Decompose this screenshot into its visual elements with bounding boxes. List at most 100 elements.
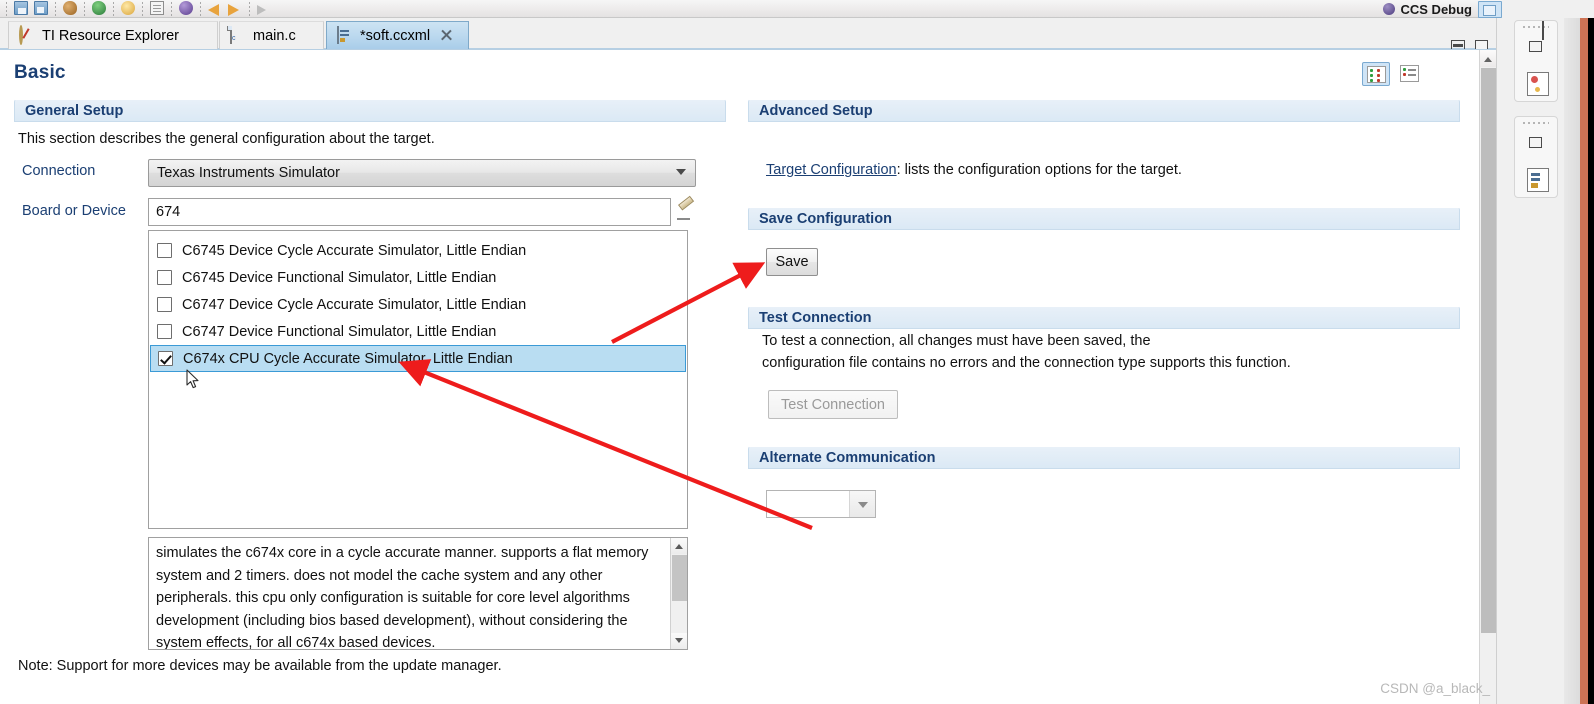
save-configuration-header: Save Configuration xyxy=(748,207,1460,230)
scroll-up-icon[interactable] xyxy=(671,538,687,554)
device-list-item-selected[interactable]: C674x CPU Cycle Accurate Simulator, Litt… xyxy=(150,345,686,372)
device-list[interactable]: C6745 Device Cycle Accurate Simulator, L… xyxy=(148,230,688,529)
test-connection-button[interactable]: Test Connection xyxy=(768,390,898,419)
tab-label: TI Resource Explorer xyxy=(42,27,179,44)
advanced-setup-header: Advanced Setup xyxy=(748,99,1460,122)
target-configuration-editor: Basic General Setup This section describ… xyxy=(0,49,1496,704)
device-label: C6745 Device Functional Simulator, Littl… xyxy=(182,269,497,286)
perspective-switcher[interactable]: CCS Debug xyxy=(1382,0,1502,18)
c-file-icon: c xyxy=(227,26,247,44)
scrollbar-thumb[interactable] xyxy=(1481,68,1496,633)
test-connection-panel: Test Connection xyxy=(748,306,1460,329)
fast-view-strip xyxy=(1564,18,1580,704)
tab-label: main.c xyxy=(253,27,296,44)
purple-ball-icon[interactable] xyxy=(176,0,196,17)
save-configuration-panel: Save Configuration xyxy=(748,207,1460,230)
alternate-communication-header: Alternate Communication xyxy=(748,446,1460,469)
open-perspective-button[interactable] xyxy=(1478,0,1502,18)
connection-dropdown[interactable]: Texas Instruments Simulator xyxy=(148,159,696,187)
device-description-box[interactable]: simulates the c674x core in a cycle accu… xyxy=(148,537,688,650)
toolbar-separator xyxy=(167,1,176,17)
alternate-communication-panel: Alternate Communication xyxy=(748,446,1460,469)
fast-view-bar xyxy=(1496,18,1594,704)
fast-view-group-1 xyxy=(1514,20,1558,102)
compass-icon xyxy=(19,25,36,45)
general-setup-panel: General Setup xyxy=(14,99,726,122)
disabled-arrow-icon xyxy=(254,0,274,17)
scrollbar-thumb[interactable] xyxy=(672,555,687,601)
chevron-down-icon[interactable] xyxy=(849,491,875,517)
window-accent-edge xyxy=(1580,18,1588,704)
edit-pencil-icon[interactable] xyxy=(676,203,694,221)
device-checkbox[interactable] xyxy=(157,243,172,258)
drag-grip[interactable] xyxy=(1515,21,1557,33)
connection-label: Connection xyxy=(22,163,96,179)
csdn-watermark: CSDN @a_black_ xyxy=(1380,681,1490,696)
device-checkbox[interactable] xyxy=(157,270,172,285)
advanced-view-toggle[interactable] xyxy=(1396,62,1424,86)
device-label: C6747 Device Cycle Accurate Simulator, L… xyxy=(182,296,527,313)
form-view-toggles xyxy=(1362,62,1424,86)
test-connection-line1: To test a connection, all changes must h… xyxy=(762,333,1151,349)
alternate-communication-dropdown[interactable] xyxy=(766,490,876,518)
toolbar-separator xyxy=(109,1,118,17)
device-list-item[interactable]: C6747 Device Functional Simulator, Littl… xyxy=(149,318,687,345)
restore-view-button[interactable] xyxy=(1515,129,1557,163)
save-icon[interactable] xyxy=(11,0,31,17)
ccs-target-configuration-window: CCS Debug TI Resource Explorer c main.c … xyxy=(0,0,1594,704)
tab-label: *soft.ccxml xyxy=(360,27,431,44)
fast-view-item-2[interactable] xyxy=(1515,163,1557,197)
step-forward-icon[interactable] xyxy=(225,0,245,17)
editor-tab-bar: TI Resource Explorer c main.c *soft.ccxm… xyxy=(0,18,1496,51)
editor-scrollbar[interactable] xyxy=(1479,50,1496,704)
fast-view-restore-icon[interactable] xyxy=(1542,21,1544,40)
scroll-up-icon[interactable] xyxy=(1480,50,1496,67)
connection-value: Texas Instruments Simulator xyxy=(157,165,340,181)
save-all-icon[interactable] xyxy=(31,0,51,17)
step-back-icon[interactable] xyxy=(205,0,225,17)
scroll-down-icon[interactable] xyxy=(671,633,687,649)
target-configuration-suffix: : lists the configuration options for th… xyxy=(896,162,1182,178)
test-connection-line2: configuration file contains no errors an… xyxy=(762,355,1291,371)
toolbar-separator xyxy=(80,1,89,17)
main-toolbar xyxy=(0,0,1502,18)
debug-bug-icon[interactable] xyxy=(89,0,109,17)
target-configuration-link[interactable]: Target Configuration xyxy=(766,162,897,178)
restore-view-button[interactable] xyxy=(1515,33,1557,67)
device-label: C674x CPU Cycle Accurate Simulator, Litt… xyxy=(183,350,513,367)
fast-view-item-1[interactable] xyxy=(1515,67,1557,101)
device-label: C6747 Device Functional Simulator, Littl… xyxy=(182,323,497,340)
run-icon[interactable] xyxy=(118,0,138,17)
toolbar-separator xyxy=(2,1,11,17)
device-list-item[interactable]: C6745 Device Functional Simulator, Littl… xyxy=(149,264,687,291)
save-button[interactable]: Save xyxy=(766,248,818,276)
drag-grip[interactable] xyxy=(1515,117,1557,129)
device-description-text: simulates the c674x core in a cycle accu… xyxy=(156,545,649,650)
device-list-item[interactable]: C6745 Device Cycle Accurate Simulator, L… xyxy=(149,237,687,264)
bean-icon[interactable] xyxy=(60,0,80,17)
update-manager-note: Note: Support for more devices may be av… xyxy=(18,658,502,674)
general-setup-header: General Setup xyxy=(14,99,726,122)
fast-view-group-2 xyxy=(1514,116,1558,198)
board-or-device-label: Board or Device xyxy=(22,203,126,219)
tab-main-c[interactable]: c main.c xyxy=(219,21,324,49)
toolbar-separator xyxy=(196,1,205,17)
chevron-down-icon xyxy=(676,169,686,175)
device-label: C6745 Device Cycle Accurate Simulator, L… xyxy=(182,242,527,259)
board-or-device-value: 674 xyxy=(156,204,181,220)
target-configuration-line: Target Configuration: lists the configur… xyxy=(766,160,1182,181)
device-checkbox[interactable] xyxy=(157,324,172,339)
device-list-item[interactable]: C6747 Device Cycle Accurate Simulator, L… xyxy=(149,291,687,318)
close-icon[interactable] xyxy=(440,29,453,42)
toolbar-separator xyxy=(51,1,60,17)
toolbar-separator xyxy=(138,1,147,17)
description-scrollbar[interactable] xyxy=(670,538,687,649)
board-or-device-input[interactable]: 674 xyxy=(148,198,671,226)
device-checkbox[interactable] xyxy=(158,351,173,366)
general-setup-description: This section describes the general confi… xyxy=(18,131,435,147)
tab-ti-resource-explorer[interactable]: TI Resource Explorer xyxy=(8,21,218,49)
document-icon[interactable] xyxy=(147,0,167,17)
tab-soft-ccxml[interactable]: *soft.ccxml xyxy=(326,21,469,49)
basic-view-toggle[interactable] xyxy=(1362,62,1390,86)
device-checkbox[interactable] xyxy=(157,297,172,312)
